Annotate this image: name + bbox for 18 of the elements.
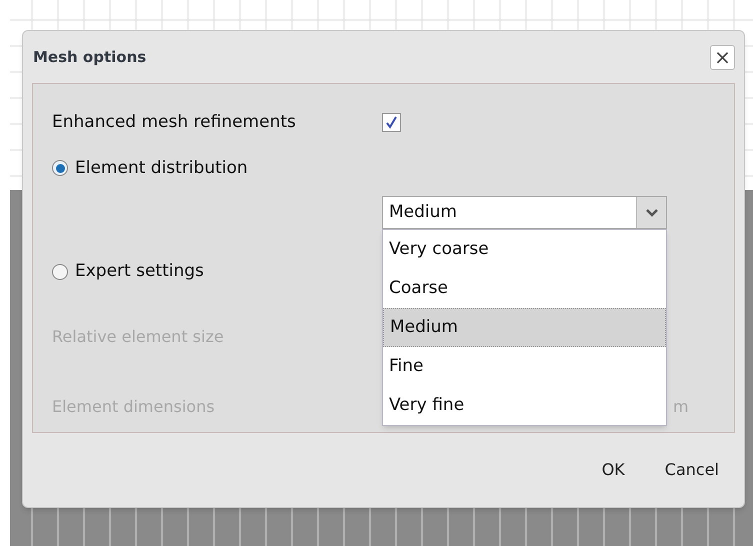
dropdown-option[interactable]: Very fine (383, 386, 666, 425)
dialog-button[interactable]: Cancel (664, 458, 719, 482)
dropdown-option[interactable]: Very coarse (383, 230, 666, 269)
dropdown-option[interactable]: Coarse (383, 269, 666, 308)
dropdown-option[interactable]: Medium (383, 308, 666, 347)
distribution-select[interactable]: Medium (382, 196, 667, 229)
checkbox[interactable] (382, 113, 401, 132)
close-button[interactable]: × (710, 44, 735, 70)
chevron-down-icon (646, 208, 658, 216)
dialog-button[interactable]: OK (602, 458, 625, 482)
dialog-title: Mesh options (32, 46, 146, 68)
radio-label: Element distribution (75, 156, 248, 180)
checkbox-label: Enhanced mesh refinements (52, 111, 297, 134)
checkmark-icon (385, 116, 398, 130)
radio-button[interactable] (52, 160, 68, 176)
radio-button[interactable] (52, 264, 68, 280)
dropdown-option[interactable]: Fine (383, 347, 666, 386)
radio-label: Expert settings (75, 260, 204, 283)
